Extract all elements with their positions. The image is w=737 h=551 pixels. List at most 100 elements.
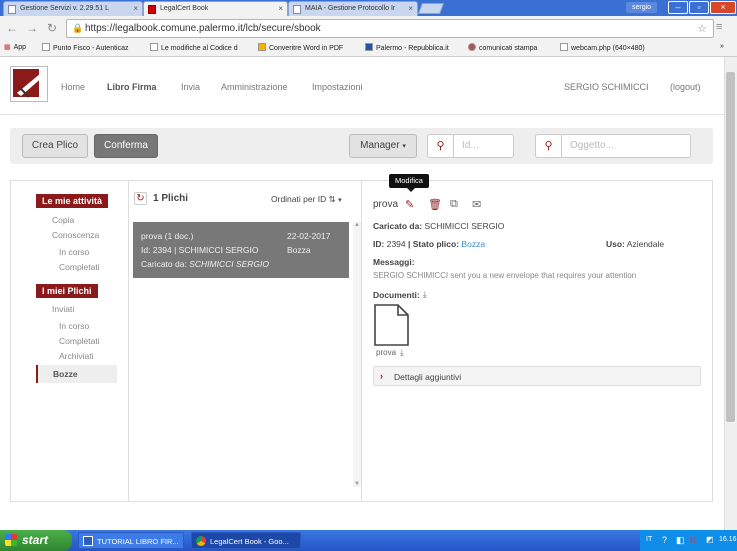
more-bookmarks-icon[interactable]: » [720, 43, 724, 50]
page-icon [560, 43, 568, 51]
tab-gestione-servizi[interactable]: Gestione Servizi v. 2.29.51 L × [3, 1, 143, 16]
status-link[interactable]: Bozza [461, 239, 485, 249]
sidebar-item-in-corso[interactable]: In corso [59, 247, 89, 257]
bookmark-item[interactable]: Converitre Word in PDF [258, 43, 343, 52]
back-icon[interactable]: ← [6, 21, 18, 35]
close-icon[interactable]: × [408, 4, 413, 13]
scrollbar-thumb[interactable] [726, 72, 735, 422]
system-tray: IT ? ◧ K ◩ 16.16 [640, 530, 737, 551]
sidebar-item-label: Bozze [53, 369, 78, 379]
logo-icon [13, 69, 44, 98]
taskbar-item-tutorial[interactable]: TUTORIAL LIBRO FIR... [78, 532, 184, 549]
manager-dropdown[interactable]: Manager ▾ [349, 134, 417, 158]
network-icon[interactable]: ◧ [676, 535, 685, 546]
forward-icon[interactable]: → [26, 21, 38, 35]
list-item[interactable]: prova (1 doc.) 22-02-2017 Id: 2394 | SCH… [133, 222, 349, 278]
refresh-icon[interactable]: ↻ [134, 192, 147, 205]
sidebar-item-in-corso[interactable]: In corso [59, 321, 89, 331]
menu-icon[interactable]: ≡ [716, 21, 722, 33]
scroll-down-icon[interactable]: ▼ [354, 481, 360, 487]
document-file-icon[interactable] [373, 304, 410, 346]
legalcert-logo[interactable] [10, 66, 48, 102]
reload-icon[interactable]: ↻ [47, 21, 57, 35]
tray-icon[interactable]: ◩ [706, 535, 714, 544]
mail-icon[interactable]: ✉ [472, 198, 481, 211]
tab-maia[interactable]: MAIA - Gestione Protocollo Ir × [288, 1, 418, 16]
dettagli-aggiuntivi-toggle[interactable]: › Dettagli aggiuntivi [373, 366, 701, 386]
profile-badge[interactable]: sergio [626, 2, 658, 13]
news-icon [468, 43, 476, 51]
search-icon[interactable]: ⚲ [427, 134, 453, 158]
page-icon [42, 43, 50, 51]
id-search-input[interactable]: Id... [453, 134, 514, 158]
bookmarks-bar: ▦ App Punto Fisco - Autenticaz Le modific… [0, 40, 737, 57]
windows-logo-icon [5, 534, 17, 546]
sidebar-item-completati[interactable]: Completati [59, 262, 100, 272]
bookmark-item[interactable]: webcam.php (640×480) [560, 43, 645, 52]
modifica-tooltip: Modifica [389, 174, 429, 192]
word-icon [83, 536, 93, 546]
bookmark-item[interactable]: Le modifiche al Codice d [150, 43, 238, 52]
sidebar-item-completati[interactable]: Completati [59, 336, 100, 346]
nav-amministrazione[interactable]: Amministrazione [221, 82, 288, 92]
logout-link[interactable]: (logout) [670, 82, 701, 92]
new-tab-button[interactable] [417, 3, 445, 14]
close-window-button[interactable]: × [710, 1, 736, 14]
sort-dropdown[interactable]: Ordinati per ID ⇅ ▾ [271, 194, 342, 205]
sidebar-section-mie-attivita[interactable]: Le mie attività [36, 194, 109, 208]
list-scrollbar[interactable]: ▲ ▼ [353, 222, 361, 487]
search-icon[interactable]: ⚲ [535, 134, 561, 158]
legalcert-favicon [148, 5, 156, 14]
sidebar-item-copia[interactable]: Copia [52, 215, 74, 225]
item-uploaded: Caricato da: SCHIMICCI SERGIO [141, 259, 270, 269]
close-icon[interactable]: × [278, 4, 283, 13]
taskbar-item-legalcert[interactable]: LegalCert Book - Goo... [191, 532, 301, 549]
copy-icon[interactable]: ⧉ [450, 198, 458, 211]
bookmark-item[interactable]: Palermo - Repubblica.it [365, 43, 449, 52]
clock[interactable]: 16.16 [719, 536, 737, 543]
scroll-up-icon[interactable]: ▲ [354, 222, 360, 228]
user-name[interactable]: SERGIO SCHIMICCI [564, 82, 649, 92]
sidebar-item-inviati[interactable]: Inviati [52, 304, 74, 314]
chrome-icon [196, 536, 206, 546]
star-icon[interactable]: ☆ [697, 22, 707, 35]
document-name[interactable]: prova [376, 348, 396, 357]
maximize-button[interactable]: ▫ [689, 1, 709, 14]
pdf-icon [258, 43, 266, 51]
oggetto-search-input[interactable]: Oggetto... [561, 134, 691, 158]
sidebar-item-archiviati[interactable]: Archiviati [59, 351, 93, 361]
start-button[interactable]: start [0, 530, 72, 551]
language-indicator[interactable]: IT [646, 536, 652, 543]
sidebar-section-miei-plichi[interactable]: I miei Plichi [36, 284, 98, 298]
page-icon [150, 43, 158, 51]
lock-icon: 🔒 [72, 23, 84, 33]
detail-uso: Uso: Aziendale [606, 239, 665, 249]
sidebar-item-conoscenza[interactable]: Conoscenza [52, 230, 99, 240]
close-icon[interactable]: × [133, 4, 138, 13]
conferma-button[interactable]: Conferma [94, 134, 158, 158]
repubblica-icon [365, 43, 373, 51]
tab-legalcert-book[interactable]: LegalCert Book × [143, 1, 288, 16]
delete-icon[interactable]: 🗑 [428, 198, 442, 211]
crea-plico-button[interactable]: Crea Plico [22, 134, 88, 158]
minimize-button[interactable]: – [668, 1, 688, 14]
detail-id: ID: 2394 | Stato plico: Bozza [373, 239, 486, 249]
nav-libro-firma[interactable]: Libro Firma [107, 82, 157, 92]
bookmark-item[interactable]: comunicati stampa [468, 43, 537, 52]
messaggi-label: Messaggi: [373, 257, 415, 267]
url-input[interactable]: 🔒 https://legalbook.comune.palermo.it/lc… [66, 19, 714, 38]
nav-invia[interactable]: Invia [181, 82, 200, 92]
nav-impostazioni[interactable]: Impostazioni [312, 82, 363, 92]
edit-icon[interactable]: ✎ [405, 198, 414, 211]
caricato-da: Caricato da: SCHIMICCI SERGIO [373, 221, 505, 231]
antivirus-icon[interactable]: K [690, 535, 697, 545]
apps-icon: ▦ [4, 44, 11, 51]
bookmark-item[interactable]: Punto Fisco - Autenticaz [42, 43, 128, 52]
nav-home[interactable]: Home [61, 82, 85, 92]
download-icon[interactable]: ⤓ [400, 347, 404, 358]
download-all-icon[interactable]: ⤓ [423, 289, 427, 300]
help-icon[interactable]: ? [662, 535, 667, 545]
envelope-count: 1 Plichi [153, 193, 189, 204]
sidebar-item-bozze[interactable]: Bozze [36, 365, 117, 383]
bookmark-apps[interactable]: ▦ App [4, 43, 26, 51]
